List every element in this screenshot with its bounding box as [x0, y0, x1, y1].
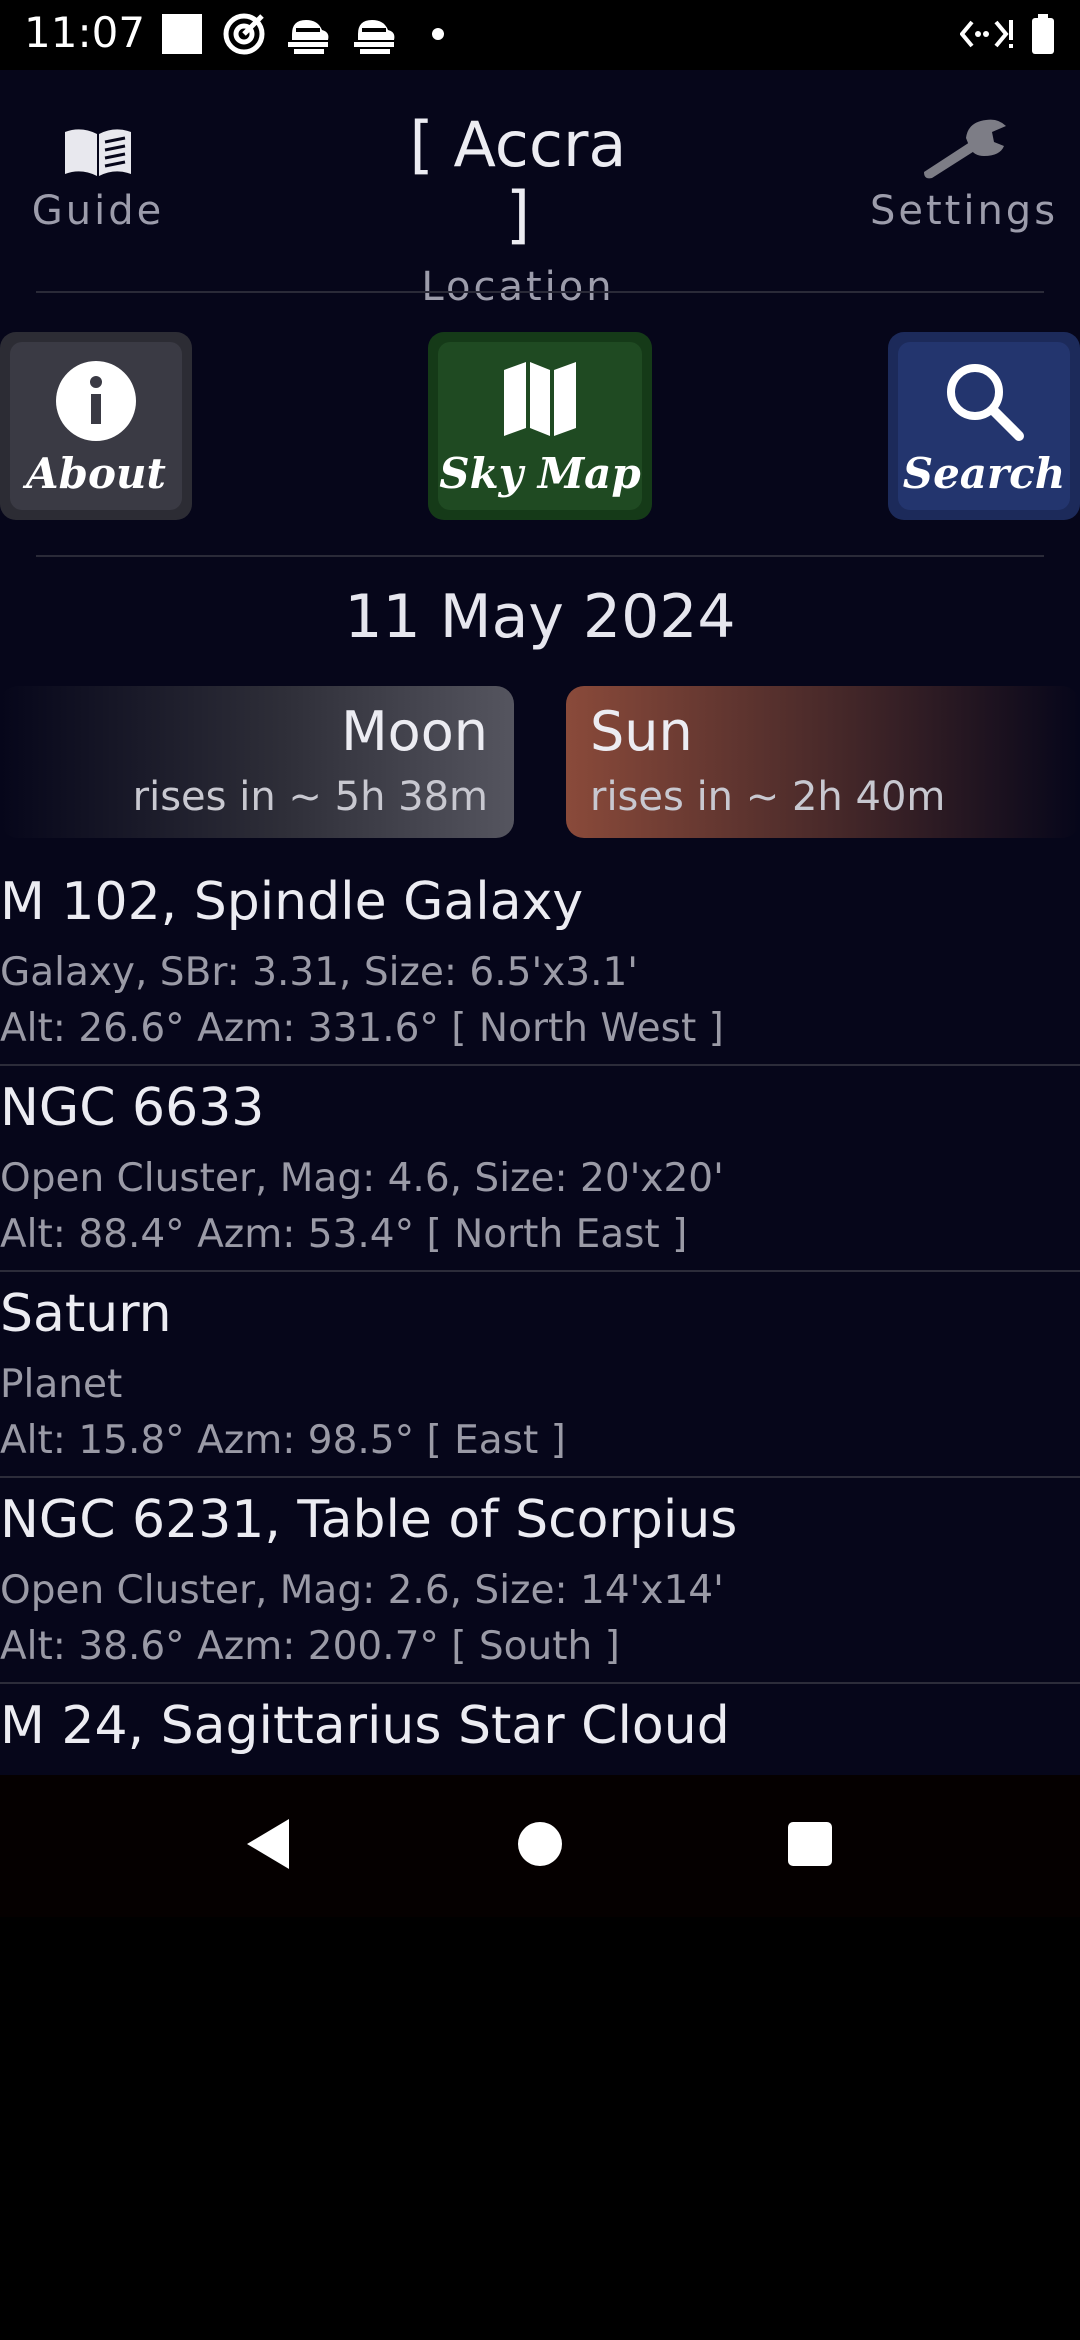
- moon-card[interactable]: Moon rises in ~ 5h 38m: [0, 686, 514, 838]
- guide-button[interactable]: Guide: [24, 110, 172, 234]
- home-circle-icon: [516, 1820, 564, 1873]
- object-name: NGC 6633: [0, 1078, 265, 1138]
- top-divider: [36, 291, 1044, 293]
- object-position: Alt: 38.6° Azm: 200.7° [ South ]: [0, 1624, 620, 1669]
- map-icon: [502, 360, 578, 445]
- cloud-fog-icon: [350, 12, 398, 61]
- moon-rise-time: rises in ~ 5h 38m: [132, 774, 488, 820]
- sun-card[interactable]: Sun rises in ~ 2h 40m: [566, 686, 1080, 838]
- battery-icon: [1030, 12, 1056, 61]
- square-icon: [160, 12, 204, 61]
- list-item[interactable]: M 102, Spindle Galaxy Galaxy, SBr: 3.31,…: [0, 860, 1080, 1066]
- middle-divider: [36, 555, 1044, 557]
- sun-rise-time: rises in ~ 2h 40m: [590, 774, 946, 820]
- skymap-button[interactable]: Sky Map: [428, 332, 652, 520]
- object-description: Galaxy, SBr: 3.31, Size: 6.5'x3.1': [0, 950, 638, 995]
- object-position: Alt: 88.4° Azm: 53.4° [ North East ]: [0, 1212, 688, 1257]
- about-button[interactable]: About: [0, 332, 192, 520]
- home-button[interactable]: [470, 1775, 610, 1917]
- guide-label: Guide: [31, 188, 165, 234]
- location-button[interactable]: [ Accra ] Location: [400, 108, 636, 311]
- list-item[interactable]: M 24, Sagittarius Star Cloud: [0, 1684, 1080, 1775]
- sun-title: Sun: [590, 700, 693, 763]
- moon-title: Moon: [341, 700, 488, 763]
- search-button[interactable]: Search: [888, 332, 1080, 520]
- notification-icons: [160, 12, 460, 60]
- back-triangle-icon: [243, 1817, 293, 1876]
- dot-icon: [416, 12, 460, 61]
- back-button[interactable]: [198, 1775, 338, 1917]
- skymap-label: Sky Map: [439, 449, 641, 498]
- search-label: Search: [902, 449, 1066, 498]
- object-name: Saturn: [0, 1284, 172, 1344]
- object-position: Alt: 26.6° Azm: 331.6° [ North West ]: [0, 1006, 724, 1051]
- recents-square-icon: [786, 1820, 834, 1873]
- settings-button[interactable]: Settings: [866, 110, 1062, 234]
- book-icon: [24, 110, 172, 180]
- object-position: Alt: 15.8° Azm: 98.5° [ East ]: [0, 1418, 566, 1463]
- object-name: M 24, Sagittarius Star Cloud: [0, 1696, 730, 1756]
- system-navigation-bar: [0, 1775, 1080, 1917]
- current-date: 11 May 2024: [344, 582, 736, 652]
- object-description: Planet: [0, 1362, 123, 1407]
- objects-list: M 102, Spindle Galaxy Galaxy, SBr: 3.31,…: [0, 860, 1080, 1775]
- recents-button[interactable]: [740, 1775, 880, 1917]
- object-name: M 102, Spindle Galaxy: [0, 872, 584, 932]
- wrench-icon: [866, 110, 1062, 180]
- list-item[interactable]: Saturn Planet Alt: 15.8° Azm: 98.5° [ Ea…: [0, 1272, 1080, 1478]
- settings-label: Settings: [869, 188, 1059, 234]
- list-item[interactable]: NGC 6633 Open Cluster, Mag: 4.6, Size: 2…: [0, 1066, 1080, 1272]
- location-title: [ Accra ]: [409, 108, 627, 251]
- phone-screen: 11:07 Guide [Accra] Location Settings …: [0, 0, 1080, 2340]
- location-label: Location: [421, 264, 615, 310]
- info-icon: [55, 360, 137, 447]
- target-icon: [222, 12, 266, 61]
- top-navigation: Guide [ Accra ] Location Settings: [0, 70, 1080, 311]
- object-name: NGC 6231, Table of Scorpius: [0, 1490, 738, 1550]
- object-description: Open Cluster, Mag: 2.6, Size: 14'x14': [0, 1568, 724, 1613]
- system-status-icons: [959, 12, 1056, 61]
- network-code-icon: [959, 12, 1014, 61]
- cloud-fog-icon: [284, 12, 332, 61]
- status-bar: 11:07: [0, 0, 1080, 70]
- status-time: 11:07: [24, 8, 146, 57]
- search-icon: [943, 360, 1025, 447]
- list-item[interactable]: NGC 6231, Table of Scorpius Open Cluster…: [0, 1478, 1080, 1684]
- object-description: Open Cluster, Mag: 4.6, Size: 20'x20': [0, 1156, 724, 1201]
- about-label: About: [26, 449, 166, 498]
- app-content: Guide [ Accra ] Location Settings About …: [0, 70, 1080, 1775]
